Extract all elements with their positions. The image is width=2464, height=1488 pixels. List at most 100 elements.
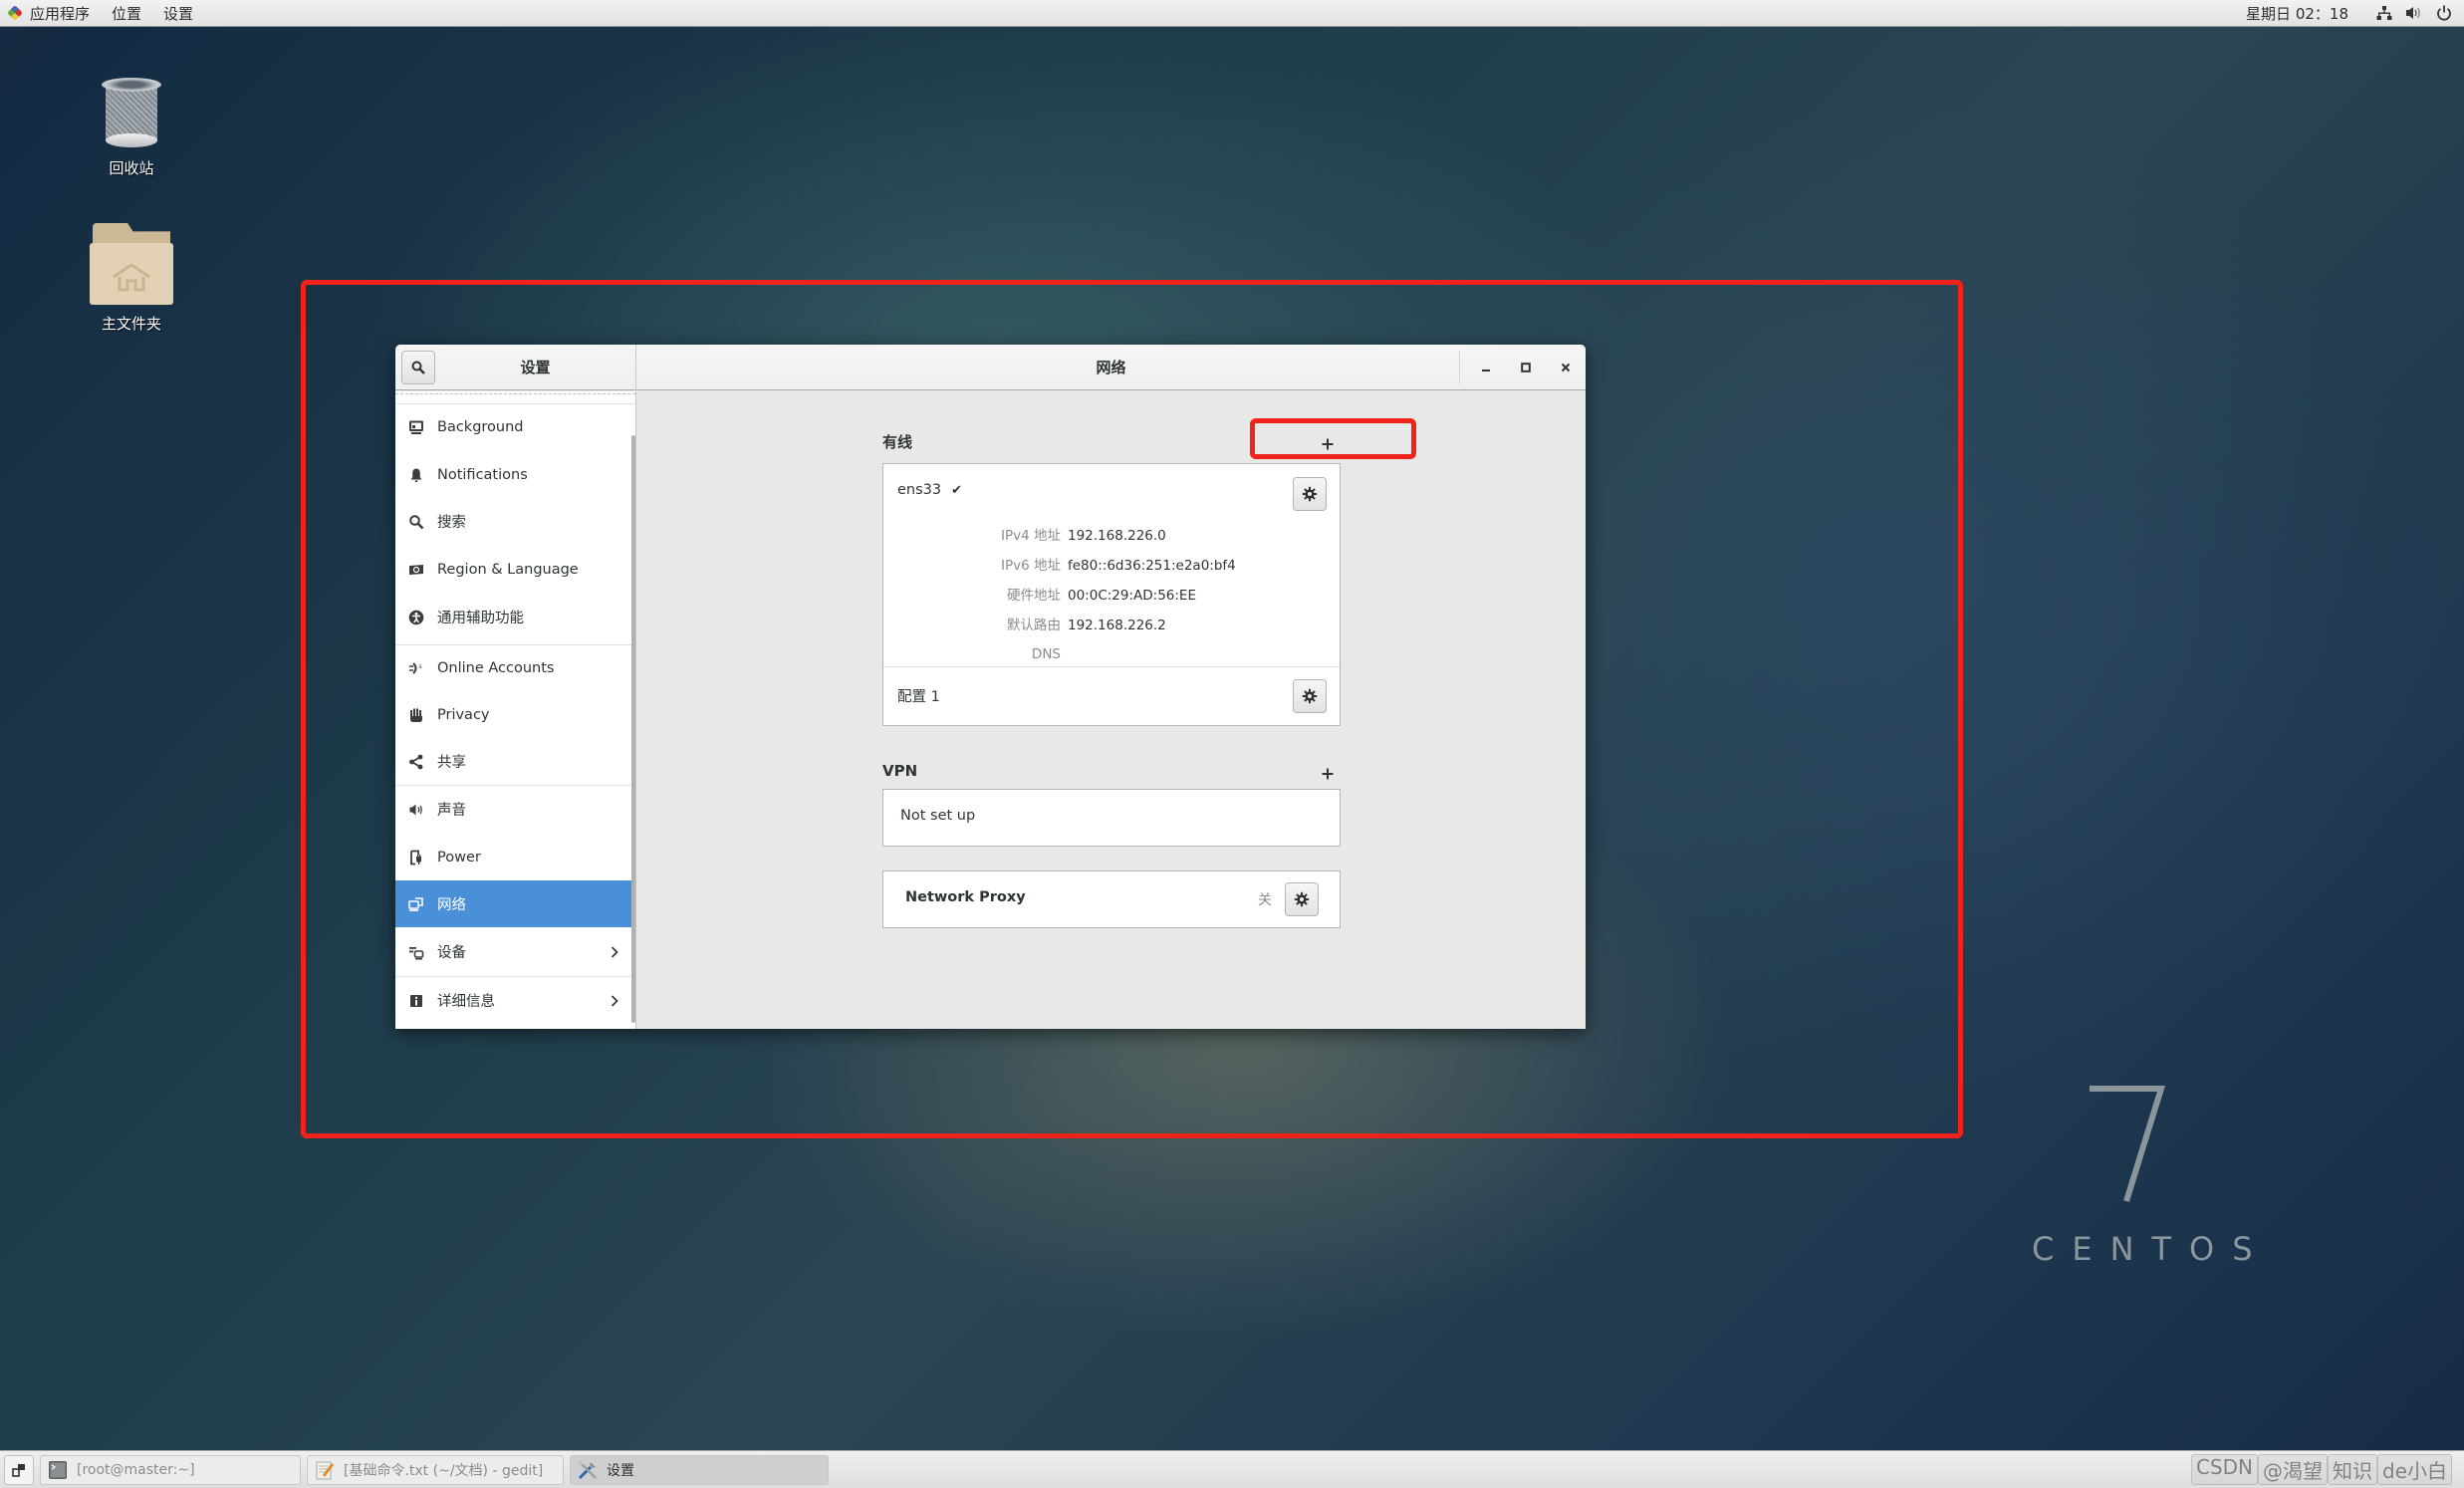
- profile-settings-button[interactable]: [1293, 679, 1327, 713]
- sidebar-scrollbar[interactable]: [631, 435, 635, 1023]
- menu-applications[interactable]: 应用程序: [30, 3, 90, 24]
- network-icon: [407, 895, 425, 913]
- search-icon: [411, 361, 425, 374]
- show-desktop-button[interactable]: [4, 1454, 34, 1485]
- sidebar-item-label: Privacy: [437, 706, 490, 723]
- detail-key: 硬件地址: [1007, 588, 1061, 604]
- interface-settings-button[interactable]: [1293, 477, 1327, 511]
- gear-icon: [1302, 688, 1318, 704]
- desktop-trash[interactable]: 回收站: [62, 78, 201, 178]
- show-desktop-icon: [12, 1463, 25, 1477]
- search-icon: [407, 513, 425, 531]
- panel-title: 网络: [1096, 359, 1126, 376]
- window-controls: [1459, 351, 1586, 384]
- detail-row-ipv4: IPv4 地址 192.168.226.0: [883, 526, 1342, 546]
- online-accounts-icon: s: [407, 659, 425, 677]
- sidebar-item-label: Background: [437, 418, 524, 435]
- network-proxy-card[interactable]: Network Proxy 关: [882, 870, 1341, 928]
- clock[interactable]: 星期日 02：18: [2246, 3, 2348, 24]
- accessibility-icon: [407, 609, 425, 626]
- desktop-icon-label: 主文件夹: [101, 315, 161, 333]
- top-menu: 应用程序 位置 设置: [0, 0, 215, 27]
- sidebar-item-devices[interactable]: 设备: [395, 928, 632, 975]
- wired-connection-card: ens33 ✔ IPv4 地址 192.168.226.0 IPv6 地址 fe8…: [882, 463, 1341, 726]
- sidebar-item-accessibility[interactable]: 通用辅助功能: [395, 594, 632, 640]
- sidebar-item-network[interactable]: 网络: [395, 880, 632, 927]
- detail-row-dns: DNS: [883, 644, 1342, 664]
- power-plug-icon: [407, 849, 425, 867]
- sidebar-header: 设置: [395, 345, 636, 390]
- detail-row-default-route: 默认路由 192.168.226.2: [883, 616, 1342, 635]
- csdn-watermark: CSDN @渴望 知识 de小白: [2190, 1454, 2452, 1485]
- devices-icon: [407, 943, 425, 961]
- menu-settings[interactable]: 设置: [163, 3, 193, 24]
- app-menu-logo-icon: [7, 5, 23, 21]
- gear-icon: [1302, 486, 1318, 502]
- sidebar-item-label: 声音: [437, 803, 466, 819]
- close-button[interactable]: [1546, 351, 1586, 384]
- highlight-wired-add-button: [1250, 418, 1416, 459]
- sidebar-item-label: 共享: [437, 755, 466, 771]
- taskbar-item-gedit[interactable]: [基础命令.txt (~/文档) - gedit]: [307, 1454, 564, 1485]
- interface-label: ens33: [897, 482, 942, 498]
- power-icon[interactable]: [2432, 3, 2456, 23]
- network-proxy-state: 关: [1258, 892, 1272, 908]
- sidebar-item-privacy[interactable]: Privacy: [395, 691, 632, 738]
- trash-icon: [102, 78, 161, 149]
- network-panel: 有线 ens33 ✔ IPv4 地址 192.168.226.0 IPv6 地址 …: [636, 391, 1586, 1029]
- sidebar-title: 设置: [520, 359, 551, 376]
- top-panel: 应用程序 位置 设置 星期日 02：18: [0, 0, 2464, 27]
- menu-places[interactable]: 位置: [112, 3, 141, 24]
- watermark-part: 知识: [2328, 1454, 2377, 1485]
- vpn-section-title: VPN: [882, 762, 918, 780]
- taskbar-item-settings[interactable]: 设置: [570, 1454, 829, 1485]
- region-icon: [407, 561, 425, 579]
- network-proxy-settings-button[interactable]: [1285, 882, 1319, 916]
- taskbar-item-label: [root@master:~]: [77, 1461, 195, 1478]
- search-button[interactable]: [401, 351, 435, 384]
- text-editor-icon: [314, 1459, 336, 1481]
- settings-tools-icon: [577, 1459, 599, 1481]
- sidebar-item-power[interactable]: Power: [395, 834, 632, 880]
- sidebar-item-label: 搜索: [437, 515, 466, 531]
- watermark-part: CSDN: [2190, 1454, 2258, 1485]
- connected-check-icon: ✔: [951, 483, 963, 498]
- taskbar-item-label: 设置: [607, 1462, 634, 1479]
- sidebar-item-sound[interactable]: 声音: [395, 786, 632, 833]
- terminal-icon: [47, 1459, 69, 1481]
- watermark-part: de小白: [2377, 1454, 2452, 1485]
- profile-label[interactable]: 配置 1: [897, 685, 940, 706]
- sidebar-item-sharing[interactable]: 共享: [395, 738, 632, 785]
- card-divider: [883, 666, 1340, 667]
- taskbar-item-terminal[interactable]: [root@master:~]: [40, 1454, 301, 1485]
- sidebar-item-details[interactable]: 详细信息: [395, 977, 632, 1024]
- network-icon[interactable]: [2372, 3, 2396, 23]
- maximize-button[interactable]: [1506, 351, 1546, 384]
- chevron-right-icon: [611, 977, 618, 1024]
- sidebar-item-search[interactable]: 搜索: [395, 498, 632, 545]
- sidebar-item-background[interactable]: Background: [395, 403, 632, 450]
- sidebar-dashed-divider: [395, 393, 635, 394]
- status-area: 星期日 02：18: [2246, 0, 2464, 27]
- info-icon: [407, 992, 425, 1010]
- sidebar-item-online-accounts[interactable]: s Online Accounts: [395, 644, 632, 691]
- sidebar-item-region-language[interactable]: Region & Language: [395, 546, 632, 593]
- minimize-button[interactable]: [1466, 351, 1506, 384]
- centos-7-logo: [2090, 1086, 2166, 1202]
- taskbar-item-label: [基础命令.txt (~/文档) - gedit]: [344, 1462, 544, 1479]
- detail-key: DNS: [1031, 646, 1061, 662]
- vpn-card: Not set up: [882, 789, 1341, 847]
- detail-value: 192.168.226.0: [1068, 528, 1166, 544]
- maximize-icon: [1521, 363, 1531, 372]
- volume-icon[interactable]: [2402, 3, 2426, 23]
- centos-wordmark: CENTOS: [2032, 1230, 2271, 1268]
- close-icon: [1561, 363, 1571, 372]
- header-bar: 设置 网络: [395, 345, 1586, 390]
- sidebar-item-notifications[interactable]: Notifications: [395, 451, 632, 498]
- desktop-home-folder[interactable]: 主文件夹: [62, 223, 201, 334]
- network-proxy-label: Network Proxy: [905, 889, 1026, 905]
- detail-key: IPv6 地址: [1001, 558, 1061, 574]
- minimize-icon: [1482, 370, 1490, 372]
- vpn-add-button[interactable]: [1313, 759, 1343, 789]
- detail-key: 默认路由: [1007, 618, 1061, 633]
